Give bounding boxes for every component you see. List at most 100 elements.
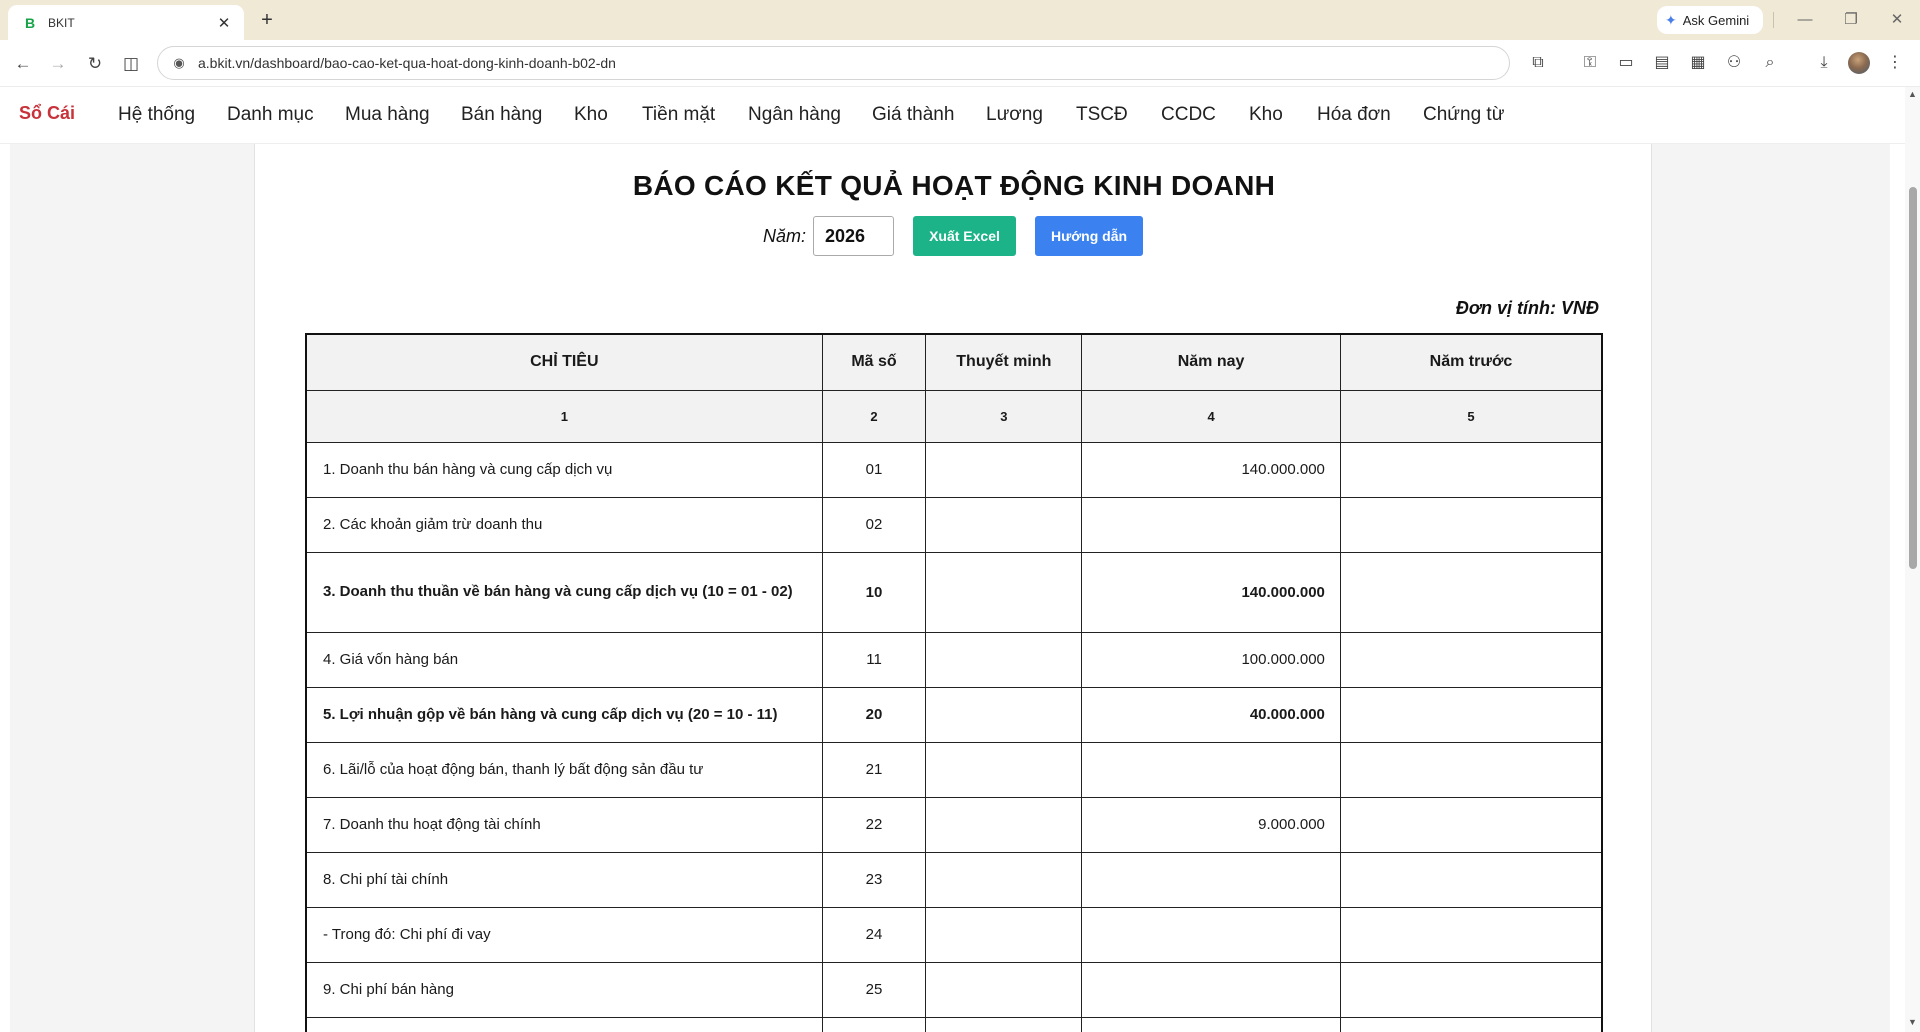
- restore-window-icon[interactable]: ❐: [1828, 6, 1874, 34]
- reload-icon[interactable]: ↻: [80, 49, 110, 79]
- column-number: 1: [305, 389, 823, 443]
- close-window-icon[interactable]: ✕: [1874, 6, 1920, 34]
- payment-card-icon[interactable]: ▭: [1613, 50, 1639, 76]
- scrollbar-thumb[interactable]: [1909, 187, 1917, 569]
- code-cell: [821, 1016, 927, 1032]
- nav-item-he-thong[interactable]: Hệ thống: [118, 104, 195, 126]
- guide-button[interactable]: Hướng dẫn: [1035, 216, 1143, 256]
- last-year-cell: [1339, 796, 1603, 853]
- note-cell: [925, 441, 1083, 498]
- note-cell: [925, 496, 1083, 553]
- column-header: CHỈ TIÊU: [305, 333, 823, 391]
- split-view-icon[interactable]: ◫: [116, 49, 146, 79]
- nav-item-mua-hang[interactable]: Mua hàng: [345, 104, 430, 126]
- table-row: 6. Lãi/lỗ của hoạt động bán, thanh lý bấ…: [305, 741, 1603, 798]
- browser-toolbar: ← → ↻ ◫ ◉ a.bkit.vn/dashboard/bao-cao-ke…: [0, 40, 1920, 87]
- this-year-cell: [1081, 496, 1341, 553]
- column-header: Thuyết minh: [925, 333, 1083, 391]
- table-row: 7. Doanh thu hoạt động tài chính 22 9.000.…: [305, 796, 1603, 853]
- nav-item-hoa-don[interactable]: Hóa đơn: [1317, 104, 1391, 126]
- table-row: 2. Các khoản giảm trừ doanh thu 02: [305, 496, 1603, 553]
- indicator-cell: 1. Doanh thu bán hàng và cung cấp dịch v…: [305, 441, 823, 498]
- incognito-icon[interactable]: ⚇: [1721, 50, 1747, 76]
- more-menu-icon[interactable]: ⋮: [1882, 50, 1908, 76]
- scroll-up-arrow-icon[interactable]: ▲: [1905, 87, 1920, 102]
- this-year-cell: [1081, 961, 1341, 1018]
- gemini-sparkle-icon: ✦: [1665, 11, 1677, 28]
- this-year-cell: [1081, 906, 1341, 963]
- indicator-cell: 4. Giá vốn hàng bán: [305, 631, 823, 688]
- note-cell: [925, 686, 1083, 743]
- note-cell: [925, 796, 1083, 853]
- column-number: 4: [1081, 389, 1341, 443]
- note-cell: [925, 851, 1083, 908]
- tab-search-icon[interactable]: ⌕: [1757, 50, 1783, 76]
- site-info-icon[interactable]: ◉: [168, 55, 190, 71]
- code-cell: 20: [821, 686, 927, 743]
- nav-item-ban-hang[interactable]: Bán hàng: [461, 104, 542, 126]
- last-year-cell: [1339, 741, 1603, 798]
- this-year-cell: 40.000.000: [1081, 686, 1341, 743]
- minimize-window-icon[interactable]: —: [1782, 6, 1828, 34]
- reading-mode-icon[interactable]: ▤: [1649, 50, 1675, 76]
- note-cell: [925, 631, 1083, 688]
- code-cell: 24: [821, 906, 927, 963]
- app-nav-bar: Sổ Cái Hệ thống Danh mục Mua hàng Bán hà…: [0, 87, 1920, 144]
- last-year-cell: [1339, 686, 1603, 743]
- table-row: - Trong đó: Chi phí đi vay 24: [305, 906, 1603, 963]
- address-bar[interactable]: ◉ a.bkit.vn/dashboard/bao-cao-ket-qua-ho…: [157, 46, 1510, 80]
- note-cell: [925, 961, 1083, 1018]
- profile-avatar[interactable]: [1848, 52, 1870, 74]
- note-cell: [925, 741, 1083, 798]
- report-paper: BÁO CÁO KẾT QUẢ HOẠT ĐỘNG KINH DOANH Năm…: [254, 144, 1652, 1032]
- nav-item-danh-muc[interactable]: Danh mục: [227, 104, 314, 126]
- column-number: 5: [1339, 389, 1603, 443]
- table-row: [305, 1016, 1603, 1032]
- url-text: a.bkit.vn/dashboard/bao-cao-ket-qua-hoat…: [198, 55, 616, 71]
- browser-tab[interactable]: B BKIT ✕: [8, 5, 244, 40]
- new-tab-button[interactable]: +: [254, 8, 280, 34]
- this-year-cell: [1081, 741, 1341, 798]
- indicator-cell: 7. Doanh thu hoạt động tài chính: [305, 796, 823, 853]
- code-cell: 11: [821, 631, 927, 688]
- last-year-cell: [1339, 1016, 1603, 1032]
- table-icon[interactable]: ▦: [1685, 50, 1711, 76]
- password-key-icon[interactable]: ⚿: [1577, 50, 1603, 76]
- ask-gemini-button[interactable]: ✦ Ask Gemini: [1657, 6, 1763, 34]
- extensions-icon[interactable]: ⧉: [1525, 50, 1551, 76]
- page-scrollbar[interactable]: ▲ ▼: [1905, 87, 1920, 1032]
- last-year-cell: [1339, 441, 1603, 498]
- nav-item-tscd[interactable]: TSCĐ: [1076, 104, 1128, 126]
- ask-gemini-label: Ask Gemini: [1682, 12, 1750, 28]
- report-title: BÁO CÁO KẾT QUẢ HOẠT ĐỘNG KINH DOANH: [632, 170, 1276, 201]
- last-year-cell: [1339, 961, 1603, 1018]
- nav-item-luong[interactable]: Lương: [986, 104, 1043, 126]
- column-number: 3: [925, 389, 1083, 443]
- brand-logo[interactable]: Sổ Cái: [19, 103, 75, 124]
- back-arrow-icon[interactable]: ←: [8, 49, 38, 79]
- code-cell: 25: [821, 961, 927, 1018]
- nav-item-kho-2[interactable]: Kho: [1249, 104, 1283, 126]
- indicator-cell: 6. Lãi/lỗ của hoạt động bán, thanh lý bấ…: [305, 741, 823, 798]
- nav-item-tien-mat[interactable]: Tiền mặt: [642, 104, 715, 126]
- note-cell: [925, 551, 1083, 633]
- indicator-cell: 8. Chi phí tài chính: [305, 851, 823, 908]
- export-excel-button[interactable]: Xuất Excel: [913, 216, 1016, 256]
- indicator-cell: 9. Chi phí bán hàng: [305, 961, 823, 1018]
- table-header-row: CHỈ TIÊU Mã số Thuyết minh Năm nay Năm t…: [305, 333, 1603, 391]
- currency-unit: Đơn vị tính: VNĐ: [1455, 298, 1599, 318]
- browser-tab-bar: B BKIT ✕ + ✦ Ask Gemini — ❐ ✕: [0, 0, 1920, 40]
- forward-arrow-icon[interactable]: →: [43, 49, 73, 79]
- nav-item-kho[interactable]: Kho: [574, 104, 608, 126]
- close-tab-icon[interactable]: ✕: [214, 14, 234, 32]
- last-year-cell: [1339, 851, 1603, 908]
- nav-item-ccdc[interactable]: CCDC: [1161, 104, 1216, 126]
- nav-item-chung-tu[interactable]: Chứng từ: [1423, 104, 1504, 126]
- download-icon[interactable]: ⤓: [1811, 50, 1837, 76]
- scroll-down-arrow-icon[interactable]: ▼: [1905, 1015, 1920, 1030]
- table-row: 3. Doanh thu thuần về bán hàng và cung c…: [305, 551, 1603, 633]
- year-input[interactable]: [813, 216, 894, 256]
- nav-item-ngan-hang[interactable]: Ngân hàng: [748, 104, 841, 126]
- last-year-cell: [1339, 496, 1603, 553]
- nav-item-gia-thanh[interactable]: Giá thành: [872, 104, 954, 126]
